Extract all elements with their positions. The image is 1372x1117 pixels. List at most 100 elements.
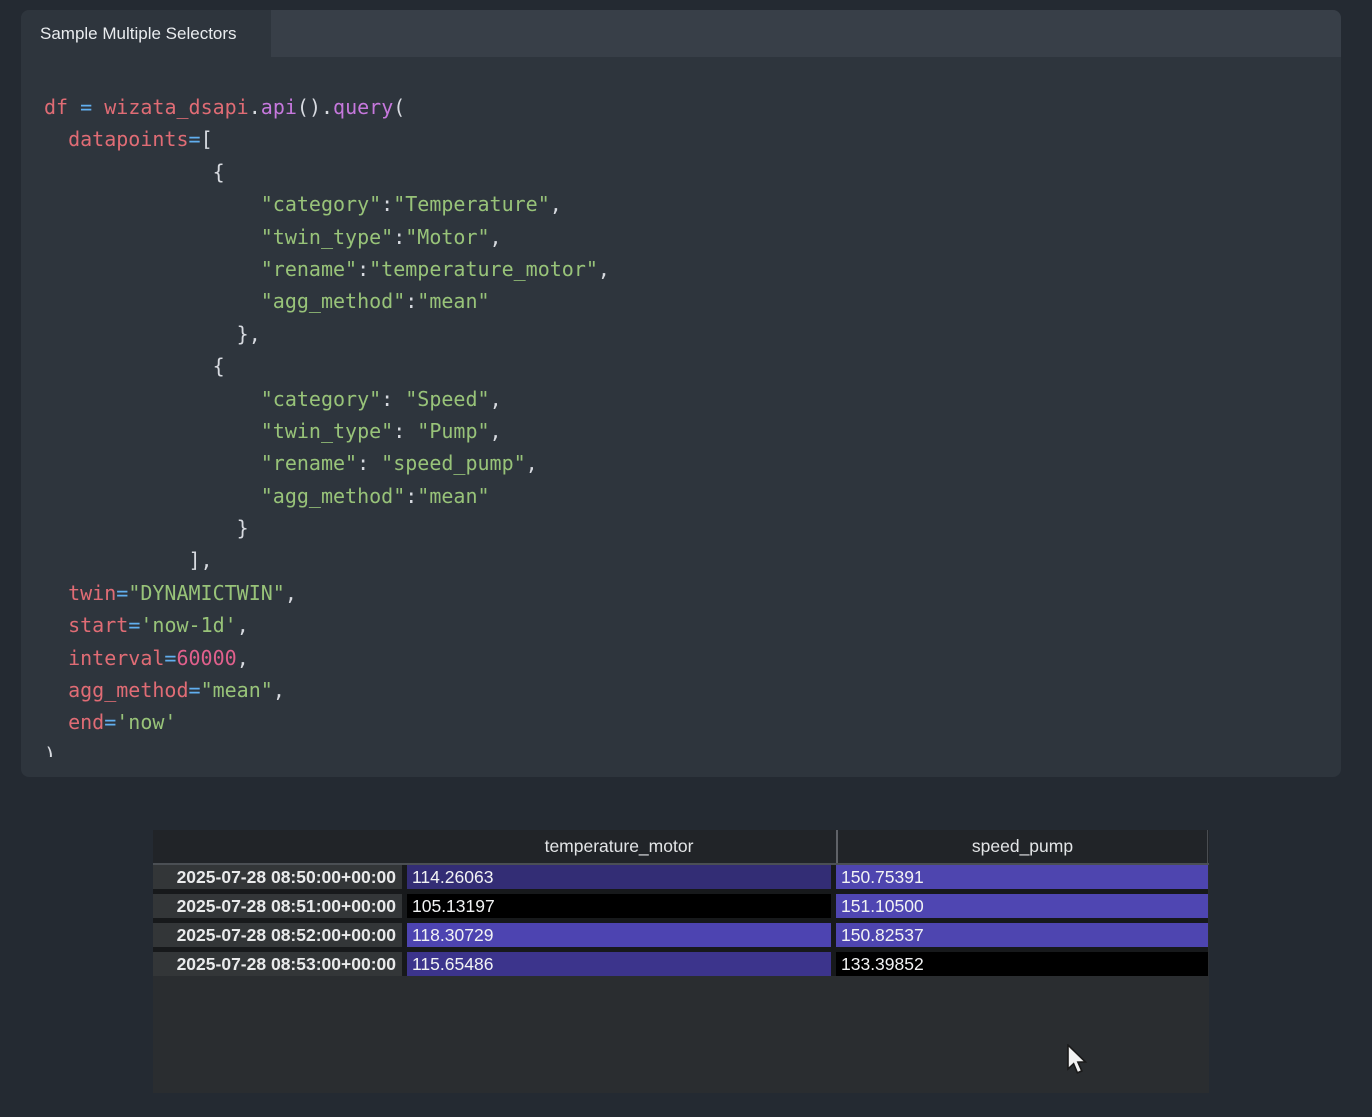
table-cell: 150.82537 [836, 923, 1208, 947]
code-token: : [381, 192, 394, 217]
code-token: "Temperature" [393, 192, 550, 217]
code-line: "twin_type":"Motor", [44, 221, 1323, 253]
dataframe-column-header: speed_pump [836, 830, 1208, 863]
code-token: "mean" [200, 678, 273, 703]
screen: Sample Multiple Selectors df = wizata_ds… [0, 0, 1372, 1117]
code-token: }, [44, 321, 261, 346]
code-token: "temperature_motor" [369, 256, 598, 281]
code-token: : [405, 483, 418, 508]
code-token: wizata_dsapi [104, 95, 249, 119]
row-index-timestamp: 2025-07-28 08:50:00+00:00 [153, 865, 402, 889]
code-token: : [393, 418, 418, 443]
code-line: "twin_type": "Pump", [44, 415, 1323, 447]
code-line: }, [44, 318, 1323, 350]
code-token: "mean" [417, 289, 490, 314]
code-token: "Speed" [405, 386, 490, 411]
table-row: 2025-07-28 08:51:00+00:00 105.13197 151.10… [153, 894, 1208, 918]
code-cell-panel: Sample Multiple Selectors df = wizata_ds… [21, 10, 1341, 777]
code-token: ( [393, 95, 406, 119]
table-cell: 115.65486 [407, 952, 831, 976]
code-token: . [321, 95, 334, 119]
code-line: interval=60000, [44, 642, 1323, 674]
table-cell: 150.75391 [836, 865, 1208, 889]
table-cell: 105.13197 [407, 894, 831, 918]
code-token: : [381, 386, 406, 411]
code-token: , [489, 418, 502, 443]
code-line: "category":"Temperature", [44, 188, 1323, 220]
code-line: df = wizata_dsapi.api().query( [44, 91, 1323, 123]
code-token: 60000 [176, 645, 237, 670]
table-cell: 114.26063 [407, 865, 831, 889]
code-token: query [333, 95, 394, 119]
code-line: datapoints=[ [44, 123, 1323, 155]
code-token: "speed_pump" [381, 451, 526, 476]
tab-sample-multiple-selectors[interactable]: Sample Multiple Selectors [21, 10, 271, 57]
code-token: 'now-1d' [140, 613, 237, 638]
code-token: ) [44, 742, 57, 757]
code-token: "rename" [260, 256, 358, 281]
code-token: = [164, 645, 177, 670]
code-token: datapoints [68, 127, 189, 152]
code-token: , [489, 224, 502, 249]
code-token: , [236, 613, 249, 638]
tab-bar-empty-area [271, 10, 1341, 57]
code-token: . [248, 95, 261, 119]
code-line: ) [44, 739, 1323, 757]
code-line: "agg_method":"mean" [44, 285, 1323, 317]
table-row: 2025-07-28 08:52:00+00:00 118.30729 150.82… [153, 923, 1208, 947]
code-token: : [405, 289, 418, 314]
code-token: ], [44, 548, 213, 573]
code-token: : [357, 451, 382, 476]
code-line: { [44, 350, 1323, 382]
code-line: { [44, 156, 1323, 188]
table-cell: 133.39852 [836, 952, 1208, 976]
code-token: "agg_method" [260, 289, 406, 314]
code-token: "mean" [417, 483, 490, 508]
code-token: interval [68, 645, 165, 670]
code-token: : [357, 256, 370, 281]
code-token: twin [68, 580, 117, 605]
code-token: df [44, 95, 69, 119]
table-cell: 118.30729 [407, 923, 831, 947]
code-token: start [68, 613, 129, 638]
row-index-timestamp: 2025-07-28 08:52:00+00:00 [153, 923, 402, 947]
code-token: , [272, 678, 285, 703]
output-area: temperature_motor speed_pump 2025-07-28 … [153, 830, 1209, 1093]
code-line: agg_method="mean", [44, 674, 1323, 706]
code-token: "agg_method" [260, 483, 406, 508]
dataframe-column-header: temperature_motor [544, 836, 694, 856]
code-token: , [549, 192, 562, 217]
tab-label: Sample Multiple Selectors [40, 23, 237, 43]
code-token: = [104, 710, 117, 735]
code-token: = [188, 127, 201, 152]
code-token: "category" [260, 386, 382, 411]
code-line: twin="DYNAMICTWIN", [44, 577, 1323, 609]
code-token: "Motor" [405, 224, 490, 249]
tab-bar: Sample Multiple Selectors [21, 10, 1341, 57]
code-editor[interactable]: df = wizata_dsapi.api().query( datapoint… [21, 77, 1341, 757]
table-row: 2025-07-28 08:50:00+00:00 114.26063 150.75… [153, 865, 1208, 889]
code-token: "Pump" [417, 418, 490, 443]
code-token: "category" [260, 192, 382, 217]
code-token: "twin_type" [260, 224, 394, 249]
row-index-timestamp: 2025-07-28 08:51:00+00:00 [153, 894, 402, 918]
code-token: , [489, 386, 502, 411]
code-token: = [116, 580, 129, 605]
code-token: = [80, 95, 93, 119]
code-line: end='now' [44, 706, 1323, 738]
code-line: ], [44, 544, 1323, 576]
code-line: "agg_method":"mean" [44, 480, 1323, 512]
